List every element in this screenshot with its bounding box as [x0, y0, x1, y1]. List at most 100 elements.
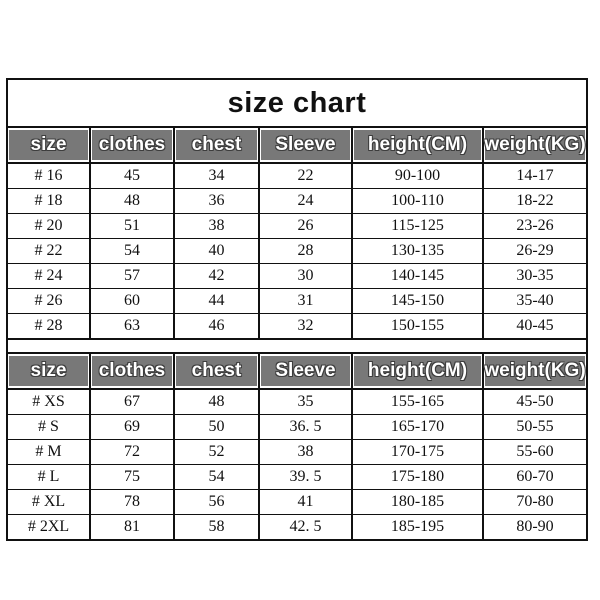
column-header-height: height(CM) [352, 128, 484, 164]
cell-sleeve: 38 [259, 439, 353, 465]
cell-height: 180-185 [352, 489, 484, 515]
cell-size: # XL [8, 489, 91, 515]
cell-weight: 14-17 [483, 163, 586, 189]
column-header-clothes-label: clothes [98, 360, 166, 381]
cell-weight: 50-55 [483, 414, 586, 440]
column-header-height-label: height(CM) [367, 134, 468, 155]
table-row: # 26 60 44 31 145-150 35-40 [8, 288, 586, 314]
cell-sleeve: 24 [259, 188, 353, 214]
column-header-chest: chest [174, 128, 260, 164]
cell-clothes: 81 [90, 514, 175, 539]
column-header-sleeve: Sleeve [259, 354, 353, 390]
cell-size: # 26 [8, 288, 91, 314]
cell-clothes: 60 [90, 288, 175, 314]
cell-chest: 34 [174, 163, 260, 189]
adult-table-header: size clothes chest Sleeve height(CM) wei… [8, 354, 586, 390]
cell-sleeve: 31 [259, 288, 353, 314]
column-header-height-label: height(CM) [367, 360, 468, 381]
adult-size-table: size clothes chest Sleeve height(CM) wei… [8, 354, 586, 539]
cell-sleeve: 26 [259, 213, 353, 239]
table-row: # M 72 52 38 170-175 55-60 [8, 439, 586, 465]
cell-size: # L [8, 464, 91, 490]
cell-weight: 30-35 [483, 263, 586, 289]
column-header-size-label: size [30, 360, 67, 381]
table-row: # 22 54 40 28 130-135 26-29 [8, 238, 586, 264]
table-separator [8, 338, 586, 354]
chart-title-row: size chart [8, 80, 586, 128]
kids-table-header: size clothes chest Sleeve height(CM) wei… [8, 128, 586, 164]
adult-table-body: # XS 67 48 35 155-165 45-50 # S 69 50 36… [8, 389, 586, 539]
cell-chest: 36 [174, 188, 260, 214]
cell-chest: 56 [174, 489, 260, 515]
column-header-height: height(CM) [352, 354, 484, 390]
column-header-weight-label: weight(KG) [484, 360, 586, 381]
column-header-clothes: clothes [90, 354, 175, 390]
size-chart-container: size chart size clothes chest Sleeve hei… [6, 78, 588, 541]
table-row: # S 69 50 36. 5 165-170 50-55 [8, 414, 586, 440]
cell-sleeve: 39. 5 [259, 464, 353, 490]
cell-height: 170-175 [352, 439, 484, 465]
cell-chest: 44 [174, 288, 260, 314]
column-header-size: size [8, 128, 91, 164]
cell-chest: 42 [174, 263, 260, 289]
column-header-size: size [8, 354, 91, 390]
cell-sleeve: 30 [259, 263, 353, 289]
cell-clothes: 48 [90, 188, 175, 214]
cell-weight: 18-22 [483, 188, 586, 214]
cell-size: # 20 [8, 213, 91, 239]
cell-chest: 58 [174, 514, 260, 539]
cell-clothes: 63 [90, 313, 175, 338]
cell-sleeve: 35 [259, 389, 353, 415]
cell-clothes: 51 [90, 213, 175, 239]
header-row: size clothes chest Sleeve height(CM) wei… [8, 128, 586, 164]
cell-sleeve: 28 [259, 238, 353, 264]
cell-size: # 18 [8, 188, 91, 214]
table-row: # 24 57 42 30 140-145 30-35 [8, 263, 586, 289]
cell-weight: 40-45 [483, 313, 586, 338]
cell-sleeve: 36. 5 [259, 414, 353, 440]
column-header-chest-label: chest [191, 360, 242, 381]
cell-clothes: 75 [90, 464, 175, 490]
cell-size: # 22 [8, 238, 91, 264]
cell-weight: 23-26 [483, 213, 586, 239]
cell-size: # XS [8, 389, 91, 415]
header-row: size clothes chest Sleeve height(CM) wei… [8, 354, 586, 390]
kids-table-body: # 16 45 34 22 90-100 14-17 # 18 48 36 24… [8, 163, 586, 338]
column-header-weight: weight(KG) [483, 354, 586, 390]
cell-height: 115-125 [352, 213, 484, 239]
cell-chest: 46 [174, 313, 260, 338]
cell-size: # S [8, 414, 91, 440]
table-row: # 28 63 46 32 150-155 40-45 [8, 313, 586, 338]
cell-chest: 52 [174, 439, 260, 465]
cell-size: # 2XL [8, 514, 91, 539]
table-row: # L 75 54 39. 5 175-180 60-70 [8, 464, 586, 490]
table-row: # 2XL 81 58 42. 5 185-195 80-90 [8, 514, 586, 539]
table-row: # XS 67 48 35 155-165 45-50 [8, 389, 586, 415]
kids-size-table: size clothes chest Sleeve height(CM) wei… [8, 128, 586, 338]
cell-chest: 40 [174, 238, 260, 264]
column-header-sleeve: Sleeve [259, 128, 353, 164]
cell-size: # M [8, 439, 91, 465]
cell-chest: 48 [174, 389, 260, 415]
size-chart-page: size chart size clothes chest Sleeve hei… [0, 0, 600, 600]
column-header-sleeve-label: Sleeve [275, 360, 336, 381]
cell-height: 130-135 [352, 238, 484, 264]
cell-weight: 26-29 [483, 238, 586, 264]
cell-clothes: 67 [90, 389, 175, 415]
cell-weight: 60-70 [483, 464, 586, 490]
cell-height: 100-110 [352, 188, 484, 214]
cell-sleeve: 41 [259, 489, 353, 515]
cell-height: 145-150 [352, 288, 484, 314]
cell-size: # 28 [8, 313, 91, 338]
column-header-chest-label: chest [191, 134, 242, 155]
cell-clothes: 54 [90, 238, 175, 264]
cell-height: 140-145 [352, 263, 484, 289]
cell-clothes: 45 [90, 163, 175, 189]
cell-sleeve: 22 [259, 163, 353, 189]
column-header-size-label: size [30, 134, 67, 155]
cell-weight: 80-90 [483, 514, 586, 539]
cell-height: 150-155 [352, 313, 484, 338]
column-header-sleeve-label: Sleeve [275, 134, 336, 155]
cell-clothes: 72 [90, 439, 175, 465]
cell-clothes: 78 [90, 489, 175, 515]
